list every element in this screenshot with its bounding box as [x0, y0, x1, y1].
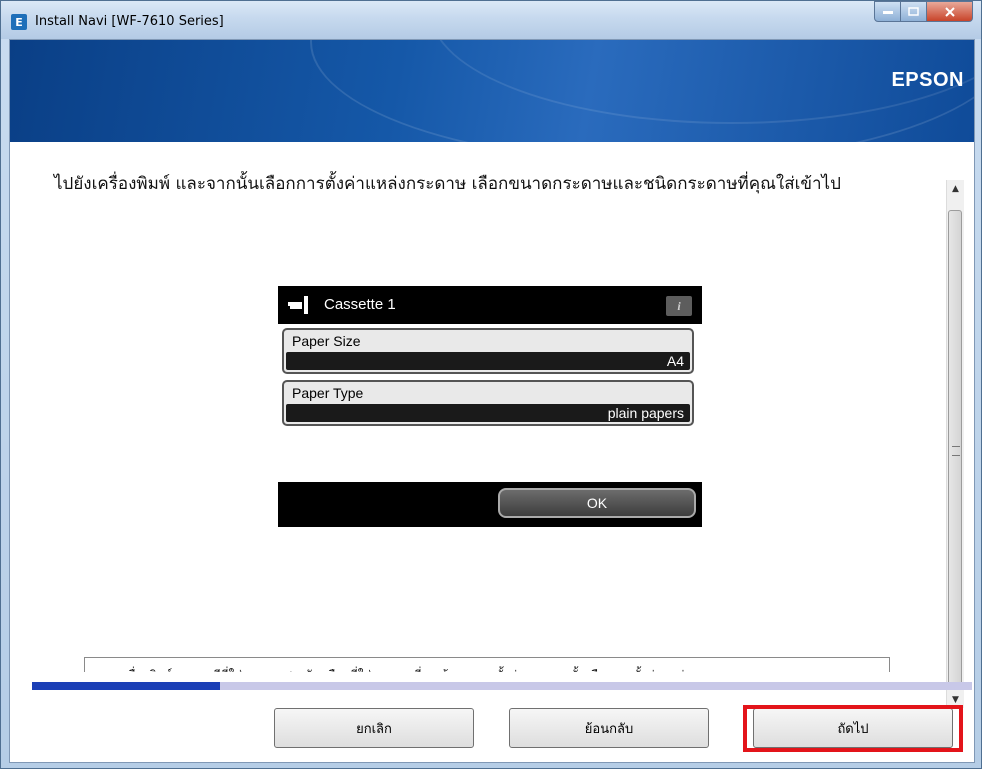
client-area: EPSON ไปยังเครื่องพิมพ์ และจากนั้นเลือกก… — [9, 39, 975, 763]
cancel-button[interactable]: ยกเลิก — [274, 708, 474, 748]
paper-type-value: plain papers — [286, 404, 690, 422]
header-banner: EPSON — [10, 40, 974, 142]
minimize-button[interactable] — [874, 1, 901, 22]
grip-icon — [952, 446, 960, 456]
info-icon: i — [666, 296, 692, 316]
minimize-icon — [882, 10, 893, 14]
content-panel: ไปยังเครื่องพิมพ์ และจากนั้นเลือกการตั้ง… — [24, 152, 954, 672]
epson-app-icon: E — [11, 14, 27, 30]
close-icon — [944, 6, 955, 17]
paper-size-label: Paper Size — [292, 333, 361, 349]
epson-logo: EPSON — [891, 69, 964, 91]
lcd-ok-button: OK — [498, 488, 696, 518]
title-bar[interactable]: E Install Navi [WF-7610 Series] — [1, 1, 981, 39]
printer-lcd-image: Cassette 1 i Paper Size A4 Paper Type pl… — [278, 286, 702, 527]
installer-window: E Install Navi [WF-7610 Series] EPSON ไป… — [0, 0, 982, 769]
window-title: Install Navi [WF-7610 Series] — [35, 14, 224, 29]
next-button-highlight — [743, 705, 963, 752]
back-button[interactable]: ย้อนกลับ — [509, 708, 709, 748]
maximize-button[interactable] — [901, 1, 927, 22]
scroll-up-icon[interactable]: ▲ — [947, 180, 964, 197]
note-box: หากเครื่องพิมพ์ของคุณมีที่ใส่กระดาษสองอั… — [84, 657, 890, 672]
paper-type-setting: Paper Type plain papers — [282, 380, 694, 426]
paper-size-setting: Paper Size A4 — [282, 328, 694, 374]
scrollbar-thumb[interactable] — [948, 210, 962, 688]
close-button[interactable] — [927, 1, 973, 22]
lcd-settings-area: Paper Size A4 Paper Type plain papers — [278, 324, 702, 482]
progress-bar — [32, 682, 972, 690]
window-controls — [874, 1, 973, 23]
vertical-scrollbar[interactable]: ▲ ▼ — [946, 180, 964, 708]
maximize-icon — [908, 7, 919, 16]
cassette-title: Cassette 1 — [324, 296, 396, 313]
cassette-icon — [288, 296, 308, 314]
progress-fill — [32, 682, 220, 690]
lcd-footer: OK — [278, 482, 702, 527]
lcd-header: Cassette 1 i — [278, 286, 702, 324]
paper-size-value: A4 — [286, 352, 690, 370]
instruction-text: ไปยังเครื่องพิมพ์ และจากนั้นเลือกการตั้ง… — [54, 174, 841, 194]
paper-type-label: Paper Type — [292, 385, 364, 401]
